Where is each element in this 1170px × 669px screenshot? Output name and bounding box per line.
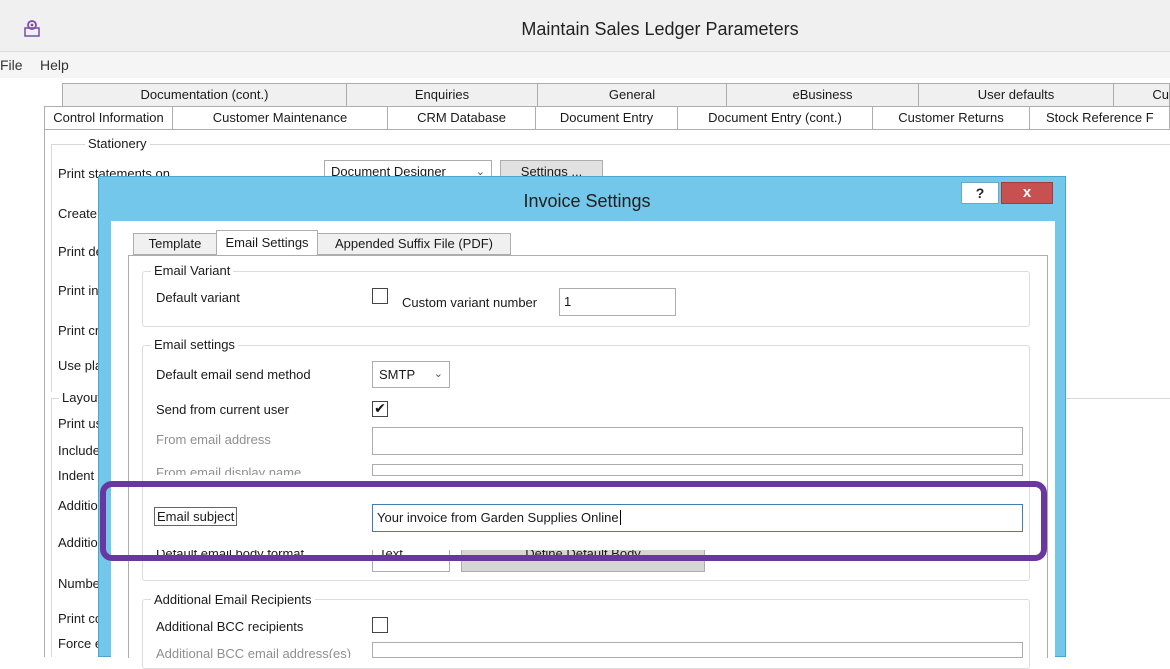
tab-customer-returns[interactable]: Customer Returns (872, 106, 1030, 130)
tab-documentation-cont[interactable]: Documentation (cont.) (62, 83, 347, 107)
bcc-address-input[interactable] (372, 642, 1023, 658)
invoice-settings-dialog: Invoice Settings ? x Template Email Sett… (98, 176, 1066, 669)
tab-enquiries[interactable]: Enquiries (346, 83, 538, 107)
email-variant-title: Email Variant (151, 263, 234, 278)
stationery-group-title: Stationery (85, 136, 150, 151)
send-from-user-label: Send from current user (156, 402, 289, 417)
additional-recipients-group (142, 599, 1030, 669)
additional-recipients-title: Additional Email Recipients (151, 592, 315, 607)
tab-document-entry[interactable]: Document Entry (535, 106, 678, 130)
main-window-titlebar: Maintain Sales Ledger Parameters (0, 0, 1170, 52)
chevron-down-icon: ⌄ (433, 368, 443, 380)
additional-label-2: Additio (58, 535, 98, 550)
bcc-recipients-checkbox[interactable] (372, 617, 388, 633)
email-settings-title: Email settings (151, 337, 238, 352)
tab-control-information[interactable]: Control Information (44, 106, 173, 130)
tab-user-defaults[interactable]: User defaults (918, 83, 1114, 107)
tab-stock-reference[interactable]: Stock Reference F (1029, 106, 1170, 130)
from-display-label: From email display name (156, 465, 302, 475)
send-from-user-checkbox[interactable]: ✔ (372, 401, 388, 417)
tab-ebusiness[interactable]: eBusiness (726, 83, 919, 107)
include-label: Include (58, 443, 100, 458)
send-method-label: Default email send method (156, 367, 311, 382)
tab-template[interactable]: Template (133, 233, 217, 255)
tab-customer-maintenance[interactable]: Customer Maintenance (172, 106, 388, 130)
help-button[interactable]: ? (961, 182, 999, 204)
tab-crm-database[interactable]: CRM Database (387, 106, 536, 130)
tab-row-1: Documentation (cont.) Enquiries General … (44, 83, 1170, 107)
bcc-address-label: Additional BCC email address(es) (156, 646, 352, 658)
tab-row-2: Control Information Customer Maintenance… (44, 106, 1170, 130)
menu-help[interactable]: Help (40, 57, 69, 73)
from-display-input[interactable] (372, 464, 1023, 476)
default-variant-label: Default variant (156, 290, 240, 305)
dialog-body: Template Email Settings Appended Suffix … (111, 221, 1055, 669)
indent-label: Indent (58, 468, 95, 483)
window-title: Maintain Sales Ledger Parameters (521, 19, 799, 39)
additional-label-1: Additio (58, 498, 98, 513)
custom-variant-input[interactable]: 1 (559, 288, 676, 316)
bcc-recipients-label: Additional BCC recipients (156, 619, 304, 634)
dialog-title: Invoice Settings (523, 191, 651, 211)
custom-variant-label: Custom variant number (402, 295, 538, 310)
menu-file[interactable]: File (0, 57, 23, 73)
tab-document-entry-cont[interactable]: Document Entry (cont.) (677, 106, 873, 130)
annotation-highlight-box (100, 481, 1047, 561)
tab-cu[interactable]: Cu (1113, 83, 1170, 107)
from-address-label: From email address (156, 432, 271, 447)
default-variant-checkbox[interactable] (372, 288, 388, 304)
tab-general[interactable]: General (537, 83, 727, 107)
tab-email-settings[interactable]: Email Settings (216, 230, 318, 256)
send-method-combo[interactable]: SMTP ⌄ (372, 361, 450, 388)
from-address-input[interactable] (372, 427, 1023, 455)
menu-bar: File Help (0, 52, 1170, 78)
close-button[interactable]: x (1001, 182, 1053, 204)
tab-appended-suffix-file[interactable]: Appended Suffix File (PDF) (317, 233, 511, 255)
